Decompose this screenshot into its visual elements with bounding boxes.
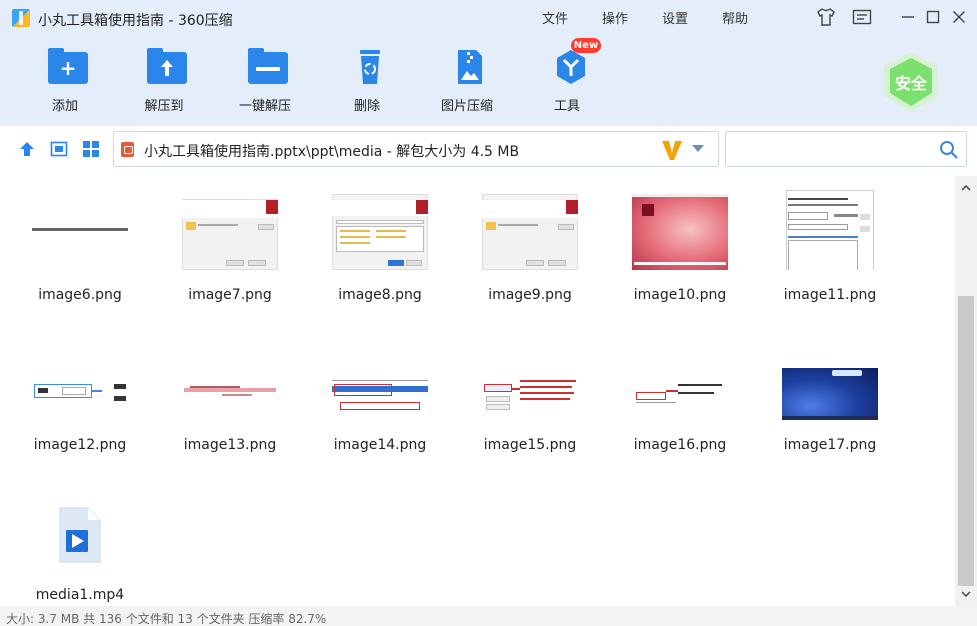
scrollbar-thumb[interactable] [958,296,974,586]
file-name: image12.png [33,437,127,453]
file-item[interactable]: image11.png [752,176,902,306]
image-compress-label: 图片压缩 [440,99,493,114]
file-name: media1.mp4 [35,587,125,603]
file-name: image13.png [183,437,277,453]
file-item[interactable]: image9.png [452,176,602,306]
image-thumbnail [632,340,728,420]
address-dropdown-icon[interactable] [692,145,704,152]
skin-shirt-icon[interactable] [814,6,838,28]
extract-to-button[interactable]: 解压到 [119,44,209,118]
file-grid: image6.png image7.png image8.png image9.… [0,176,955,606]
app-header: 小丸工具箱使用指南 - 360压缩 文件 操作 设置 帮助 + 添加 解压到 一… [0,0,977,167]
extract-folder-icon [147,48,187,84]
image-thumbnail [332,340,428,420]
image-thumbnail [482,190,578,270]
image-thumbnail [182,340,278,420]
scroll-down-icon[interactable] [960,588,972,600]
file-name: image17.png [783,437,877,453]
file-name: image10.png [633,287,727,303]
image-thumbnail [482,340,578,420]
address-path: 小丸工具箱使用指南.pptx\ppt\media - 解包大小为 4.5 MB [144,144,520,160]
title-bar: 小丸工具箱使用指南 - 360压缩 文件 操作 设置 帮助 [0,0,977,36]
extract-to-label: 解压到 [144,99,184,114]
menu-help[interactable]: 帮助 [722,8,748,27]
scroll-up-icon[interactable] [960,182,972,194]
file-name: image11.png [783,287,877,303]
file-item[interactable]: image15.png [452,326,602,456]
menu-operate[interactable]: 操作 [602,8,628,27]
app-logo-icon [12,9,30,27]
security-label: 安全 [894,74,927,93]
image-thumbnail [32,190,128,270]
one-click-extract-button[interactable]: 一键解压 [220,44,310,118]
add-button[interactable]: + 添加 [20,44,110,118]
recycle-bin-icon [350,48,390,84]
status-bar: 大小: 3.7 MB 共 136 个文件和 13 个文件夹 压缩率 82.7% [0,606,977,626]
file-item[interactable]: image16.png [602,326,752,456]
feedback-icon[interactable] [850,6,874,28]
file-name: image9.png [488,287,572,303]
tools-button[interactable]: 工具 [522,44,612,118]
menu-settings[interactable]: 设置 [662,8,688,27]
image-thumbnail [632,190,728,270]
file-item[interactable]: image8.png [302,176,452,306]
video-file-icon [32,490,128,570]
file-name: image7.png [188,287,272,303]
detail-view-icon[interactable] [48,138,70,160]
tools-cube-icon [550,48,590,84]
thumbnail-view-icon[interactable] [80,138,102,160]
image-thumbnail [782,190,878,270]
file-item[interactable]: image17.png [752,326,902,456]
image-compress-button[interactable]: 图片压缩 [422,44,512,118]
v-logo-icon[interactable] [661,138,683,162]
file-item[interactable]: image10.png [602,176,752,306]
delete-label: 删除 [353,99,380,114]
file-item[interactable]: image13.png [152,326,302,456]
menu-file[interactable]: 文件 [542,8,568,27]
minimize-icon[interactable] [896,6,920,28]
file-item[interactable]: image14.png [302,326,452,456]
file-name: image16.png [633,437,727,453]
close-icon[interactable] [947,6,971,28]
add-label: 添加 [51,99,78,114]
image-thumbnail [782,340,878,420]
file-item[interactable]: image7.png [152,176,302,306]
tools-label: 工具 [553,99,580,114]
window-title: 小丸工具箱使用指南 - 360压缩 [38,13,233,29]
maximize-icon[interactable] [921,6,945,28]
one-click-extract-label: 一键解压 [238,99,291,114]
address-bar[interactable]: 小丸工具箱使用指南.pptx\ppt\media - 解包大小为 4.5 MB [113,131,719,167]
image-thumbnail [182,190,278,270]
image-thumbnail [332,190,428,270]
one-click-folder-icon [248,48,288,84]
search-icon[interactable] [939,140,959,160]
image-compress-icon [450,48,490,84]
up-level-icon[interactable] [16,138,38,160]
vertical-scrollbar[interactable] [955,176,977,606]
file-name: image14.png [333,437,427,453]
pptx-file-icon [121,142,134,157]
file-name: image8.png [338,287,422,303]
delete-button[interactable]: 删除 [322,44,412,118]
new-badge: New [571,38,601,53]
search-input[interactable] [725,131,967,167]
image-thumbnail [32,340,128,420]
file-name: image15.png [483,437,577,453]
file-item[interactable]: image6.png [2,176,152,306]
file-name: image6.png [38,287,122,303]
file-item[interactable]: media1.mp4 [2,476,152,606]
file-item[interactable]: image12.png [2,326,152,456]
add-folder-icon: + [48,48,88,84]
